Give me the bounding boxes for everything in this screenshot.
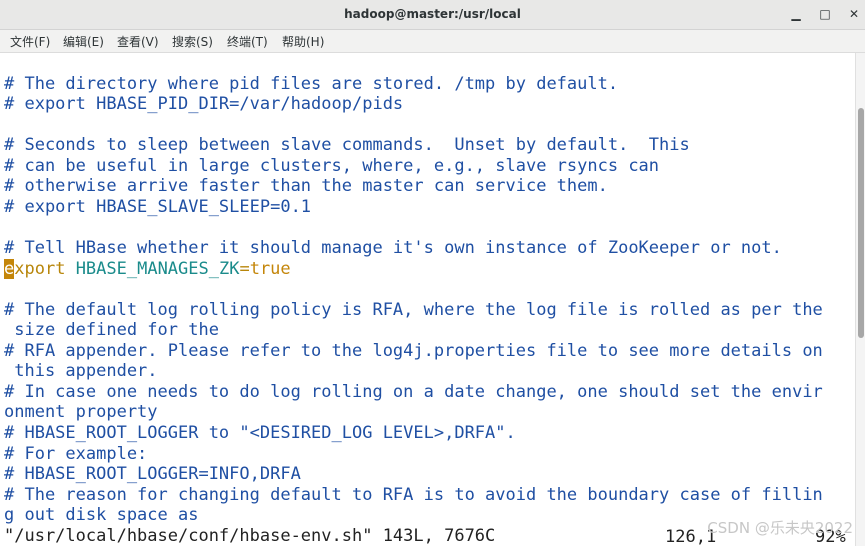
text-line: size defined for the	[4, 320, 219, 340]
text-line: # For example:	[4, 444, 148, 464]
text-line: # Tell HBase whether it should manage it…	[4, 238, 782, 258]
scrollbar-thumb[interactable]	[858, 108, 864, 338]
text-line: # The directory where pid files are stor…	[4, 74, 619, 94]
menu-terminal[interactable]: 终端(T)	[227, 33, 268, 50]
menu-file[interactable]: 文件(F)	[10, 33, 50, 50]
text-line: onment property	[4, 402, 158, 422]
text-cursor: e	[4, 259, 15, 279]
export-line: export HBASE_MANAGES_ZK=true	[4, 259, 291, 279]
close-button[interactable]: ✕	[843, 4, 865, 24]
text-line: # can be useful in large clusters, where…	[4, 156, 660, 176]
vertical-scrollbar[interactable]	[855, 53, 865, 546]
text-line: # otherwise arrive faster than the maste…	[4, 176, 608, 196]
menu-help[interactable]: 帮助(H)	[282, 33, 324, 50]
menu-bar: 文件(F) 编辑(E) 查看(V) 搜索(S) 终端(T) 帮助(H)	[0, 30, 865, 53]
text-line: # In case one needs to do log rolling on…	[4, 382, 823, 402]
window-title: hadoop@master:/usr/local	[344, 7, 521, 21]
text-line: this appender.	[4, 361, 158, 381]
text-line: # export HBASE_SLAVE_SLEEP=0.1	[4, 197, 312, 217]
menu-search[interactable]: 搜索(S)	[172, 33, 213, 50]
maximize-button[interactable]: □	[814, 4, 836, 24]
export-equals: =	[239, 259, 250, 279]
menu-view[interactable]: 查看(V)	[117, 33, 159, 50]
terminal-content[interactable]: # The directory where pid files are stor…	[0, 53, 856, 546]
text-line: # The reason for changing default to RFA…	[4, 485, 823, 505]
text-line: # Seconds to sleep between slave command…	[4, 135, 690, 155]
export-value: true	[249, 259, 291, 279]
export-variable: HBASE_MANAGES_ZK	[75, 259, 240, 279]
text-line: # HBASE_ROOT_LOGGER to "<DESIRED_LOG LEV…	[4, 423, 516, 443]
title-bar: hadoop@master:/usr/local ▁ □ ✕	[0, 0, 865, 30]
text-line: # The default log rolling policy is RFA,…	[4, 300, 823, 320]
watermark: CSDN @乐未央2022	[707, 519, 853, 537]
text-line: # RFA appender. Please refer to the log4…	[4, 341, 823, 361]
minimize-button[interactable]: ▁	[785, 4, 807, 24]
text-line: # HBASE_ROOT_LOGGER=INFO,DRFA	[4, 464, 301, 484]
export-keyword: xport	[14, 259, 66, 279]
text-line: g out disk space as	[4, 505, 199, 525]
text-line: # export HBASE_PID_DIR=/var/hadoop/pids	[4, 94, 404, 114]
terminal-window: hadoop@master:/usr/local ▁ □ ✕ 文件(F) 编辑(…	[0, 0, 865, 547]
status-line-file-info: "/usr/local/hbase/conf/hbase-env.sh" 143…	[4, 526, 496, 546]
menu-edit[interactable]: 编辑(E)	[63, 33, 104, 50]
